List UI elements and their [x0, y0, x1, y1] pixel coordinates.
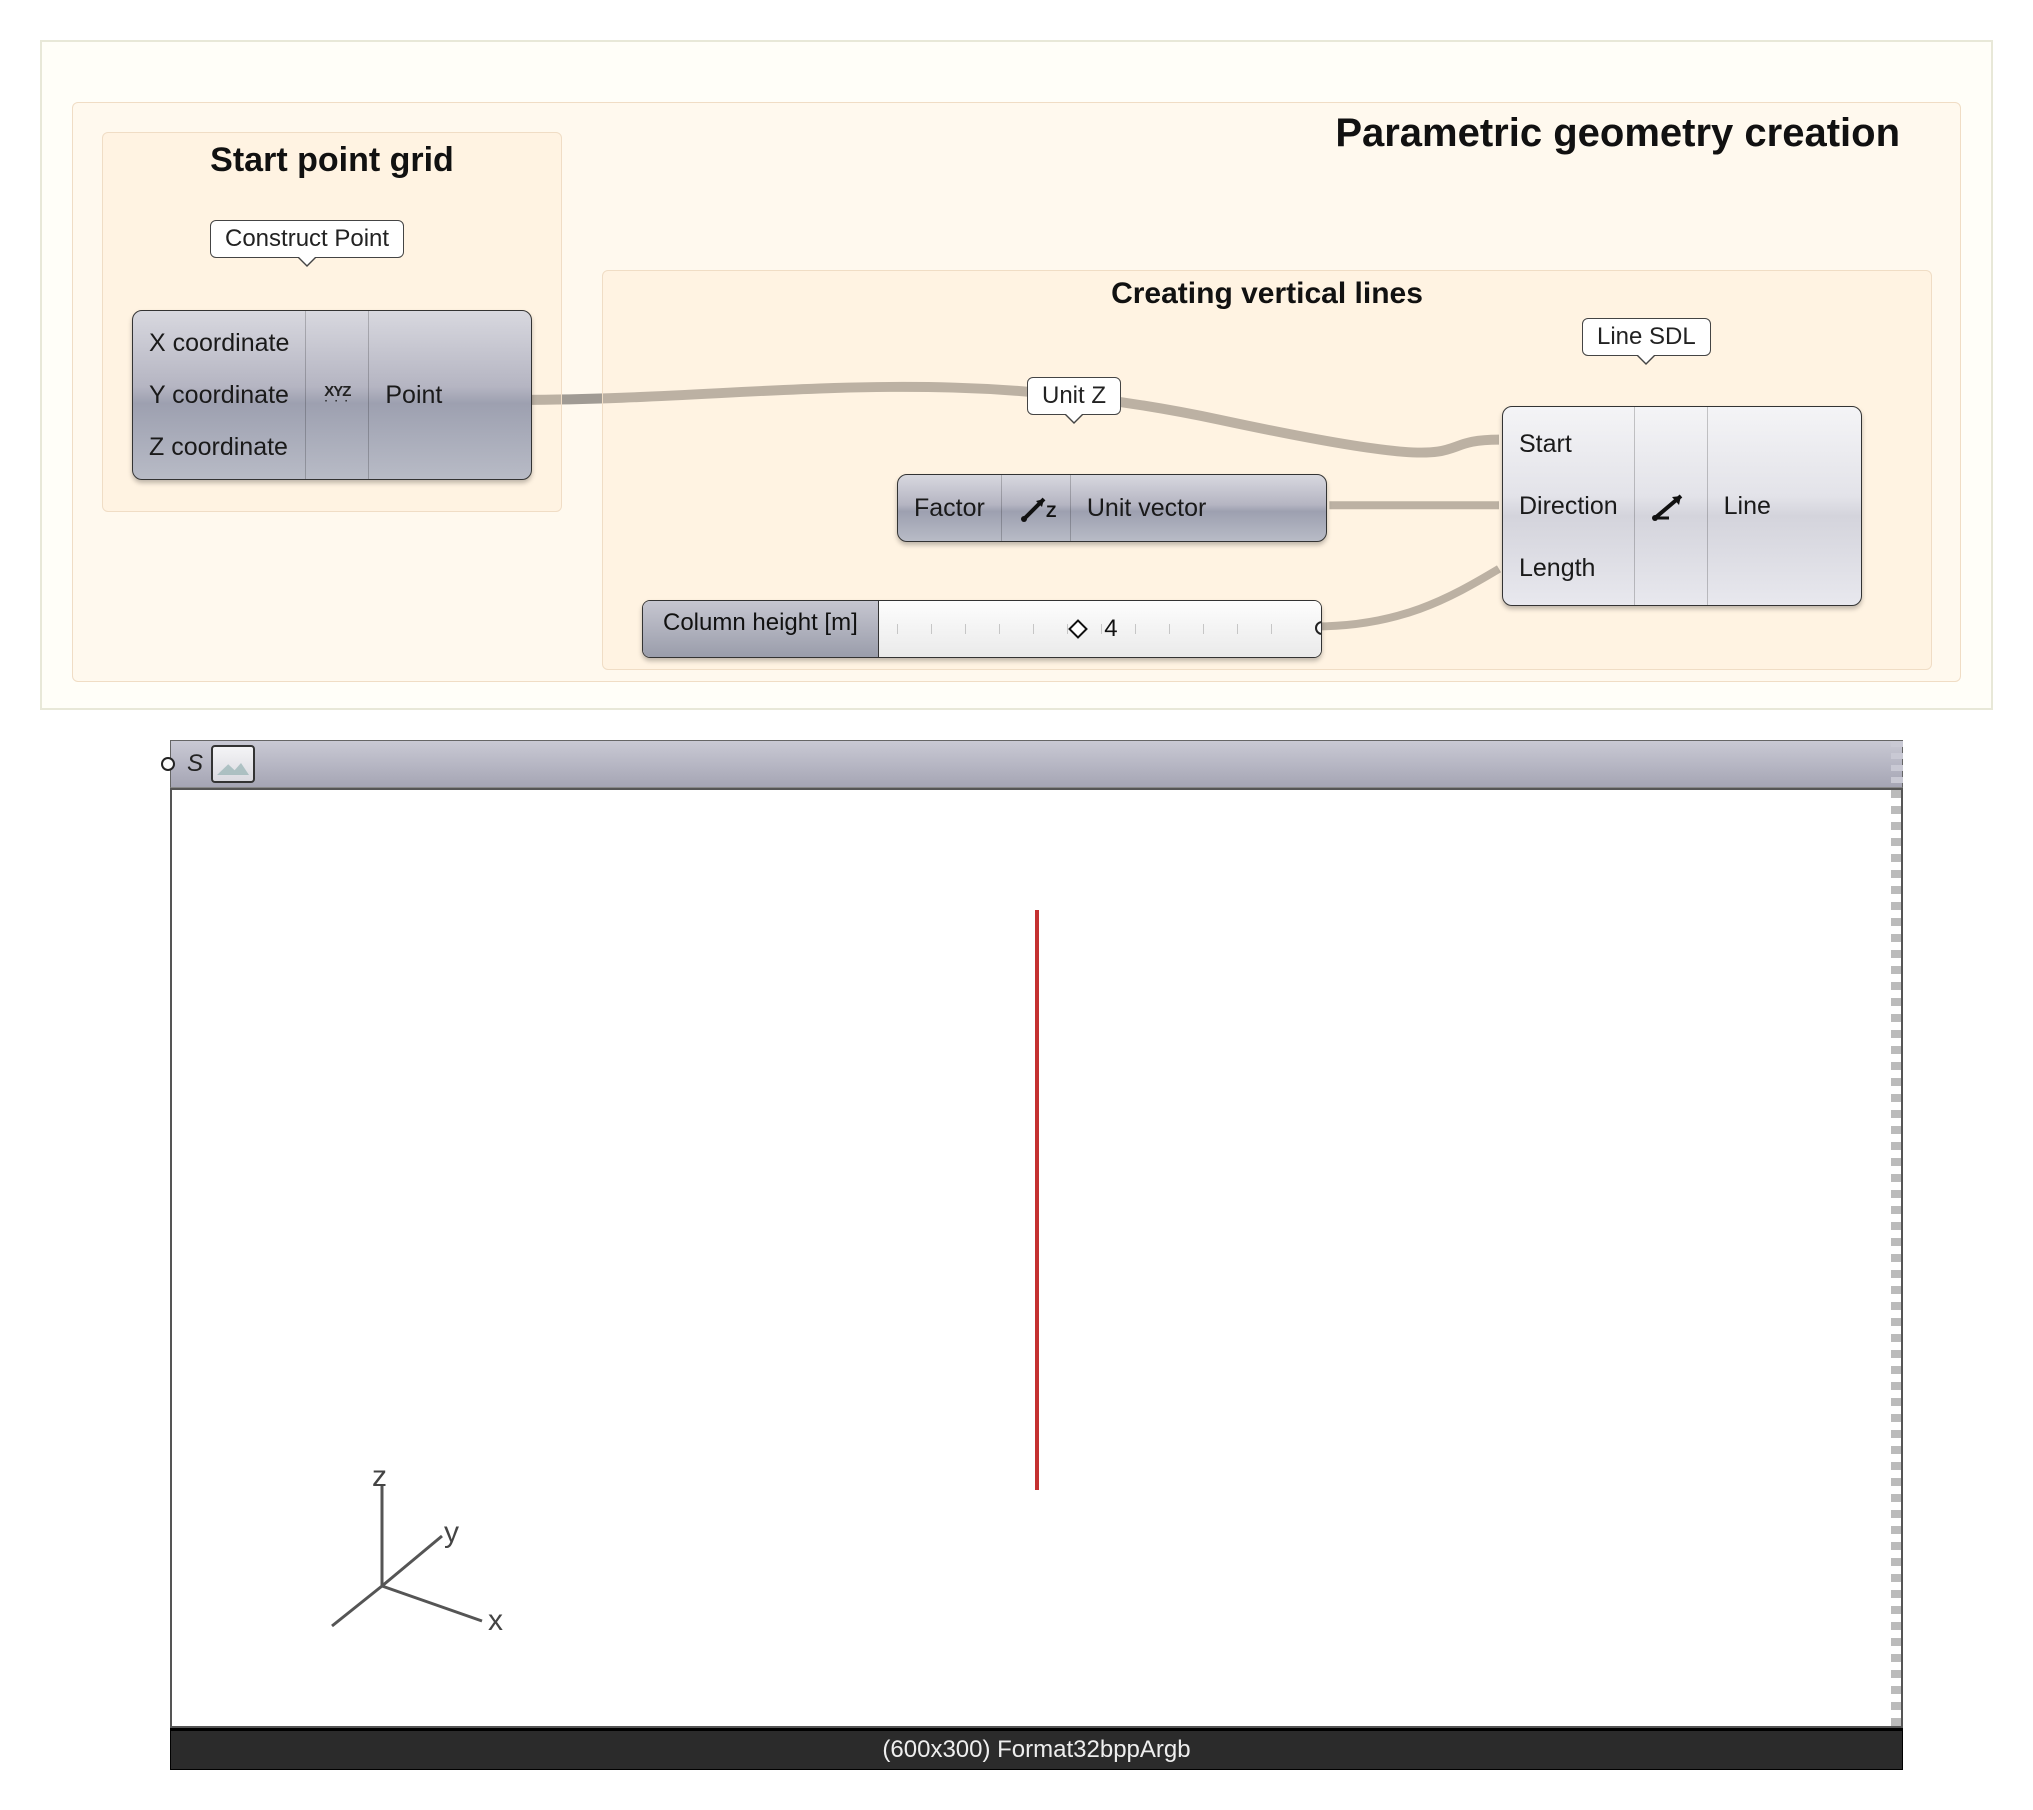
port-point-out[interactable]: Point: [369, 377, 458, 414]
slider-track[interactable]: 4: [879, 601, 1321, 657]
axis-x-label: x: [488, 1604, 503, 1638]
xyz-icon: XYZ· · ·: [305, 311, 369, 479]
geometry-line: [1035, 910, 1039, 1490]
port-x-coord[interactable]: X coordinate: [133, 325, 305, 362]
image-icon: [211, 745, 255, 783]
slider-thumb[interactable]: [1068, 619, 1088, 639]
grasshopper-canvas[interactable]: Parametric geometry creation Start point…: [40, 40, 1993, 710]
node-construct-point[interactable]: X coordinate Y coordinate Z coordinate X…: [132, 310, 532, 480]
slider-column-height[interactable]: Column height [m] 4: [642, 600, 1322, 658]
node-unit-z[interactable]: Factor Z Unit vector: [897, 474, 1327, 542]
port-y-coord[interactable]: Y coordinate: [133, 377, 305, 414]
viewport-3d[interactable]: z y x: [170, 788, 1903, 1728]
port-direction[interactable]: Direction: [1503, 488, 1634, 525]
slider-value: 4: [1104, 615, 1117, 643]
line-icon: [1634, 407, 1708, 605]
slider-label: Column height [m]: [643, 601, 879, 657]
port-unit-vector[interactable]: Unit vector: [1071, 490, 1222, 527]
group-start-grid-title: Start point grid: [103, 141, 561, 180]
viewport-titlebar[interactable]: S: [170, 740, 1903, 788]
scribble-construct-point[interactable]: Construct Point: [210, 220, 404, 258]
port-line[interactable]: Line: [1708, 488, 1787, 525]
axis-z-label: z: [372, 1460, 387, 1494]
group-vertical-title: Creating vertical lines: [603, 277, 1931, 311]
viewport-panel: S z y x (600x300) Format32bppArgb: [170, 740, 1903, 1770]
viewport-status: (600x300) Format32bppArgb: [170, 1728, 1903, 1770]
scribble-line-sdl[interactable]: Line SDL: [1582, 318, 1711, 356]
port-length[interactable]: Length: [1503, 550, 1634, 587]
port-factor[interactable]: Factor: [898, 490, 1001, 527]
svg-text:Z: Z: [1046, 502, 1056, 521]
jagged-edge-icon: [1891, 790, 1901, 1726]
scribble-unit-z[interactable]: Unit Z: [1027, 377, 1121, 415]
axis-gizmo: z y x: [312, 1466, 532, 1636]
jagged-edge-icon: [1891, 741, 1903, 787]
node-line-sdl[interactable]: Start Direction Length Line: [1502, 406, 1862, 606]
port-start[interactable]: Start: [1503, 426, 1634, 463]
viewport-tag: S: [187, 750, 203, 778]
unit-z-icon: Z: [1001, 475, 1071, 541]
axis-y-label: y: [444, 1516, 459, 1550]
viewport-input-grip[interactable]: [161, 757, 175, 771]
port-z-coord[interactable]: Z coordinate: [133, 429, 305, 466]
